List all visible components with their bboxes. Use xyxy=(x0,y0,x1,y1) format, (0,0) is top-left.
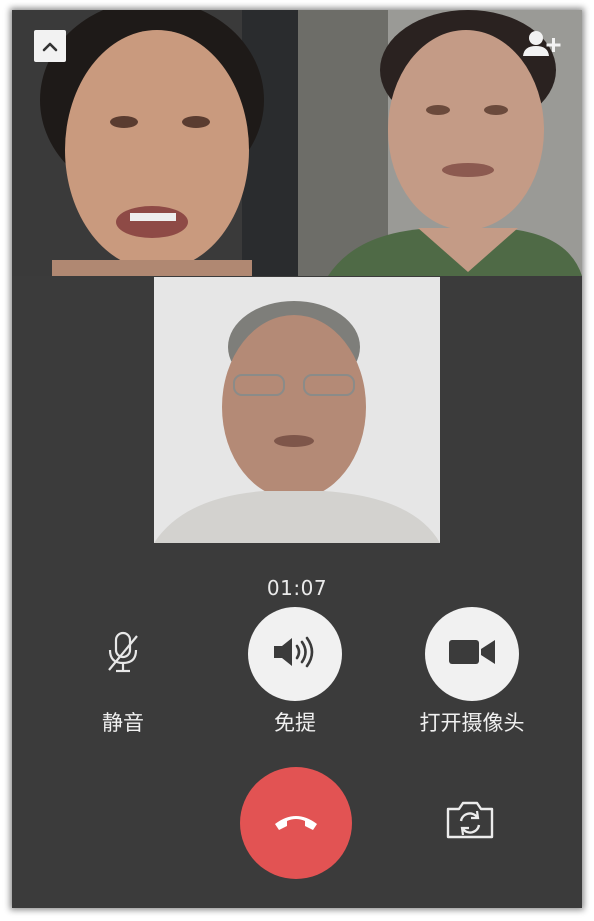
add-participant-button[interactable] xyxy=(520,30,564,62)
phone-hangup-icon xyxy=(272,810,320,836)
camera-button[interactable] xyxy=(425,607,519,701)
call-duration: 01:07 xyxy=(266,576,328,600)
chevron-up-icon xyxy=(42,37,58,56)
speaker-label: 免提 xyxy=(274,711,316,735)
video-camera-icon xyxy=(447,637,497,671)
hangup-button[interactable] xyxy=(240,767,352,879)
participant-video-3[interactable] xyxy=(154,277,440,543)
speaker-icon xyxy=(272,635,318,673)
camera-label: 打开摄像头 xyxy=(419,711,525,735)
collapse-button[interactable] xyxy=(34,30,66,62)
mute-label: 静音 xyxy=(102,711,144,735)
speaker-button[interactable] xyxy=(248,607,342,701)
video-call-screen: 01:07 静音 免提 打开摄像头 xyxy=(12,10,582,908)
camera-control[interactable]: 打开摄像头 xyxy=(412,607,532,737)
mute-button[interactable] xyxy=(76,607,170,701)
speaker-control[interactable]: 免提 xyxy=(248,607,342,737)
switch-camera-button[interactable] xyxy=(442,798,498,846)
add-user-icon xyxy=(522,30,562,62)
mute-control[interactable]: 静音 xyxy=(76,607,170,737)
microphone-off-icon xyxy=(105,630,141,678)
camera-switch-icon xyxy=(444,799,496,845)
